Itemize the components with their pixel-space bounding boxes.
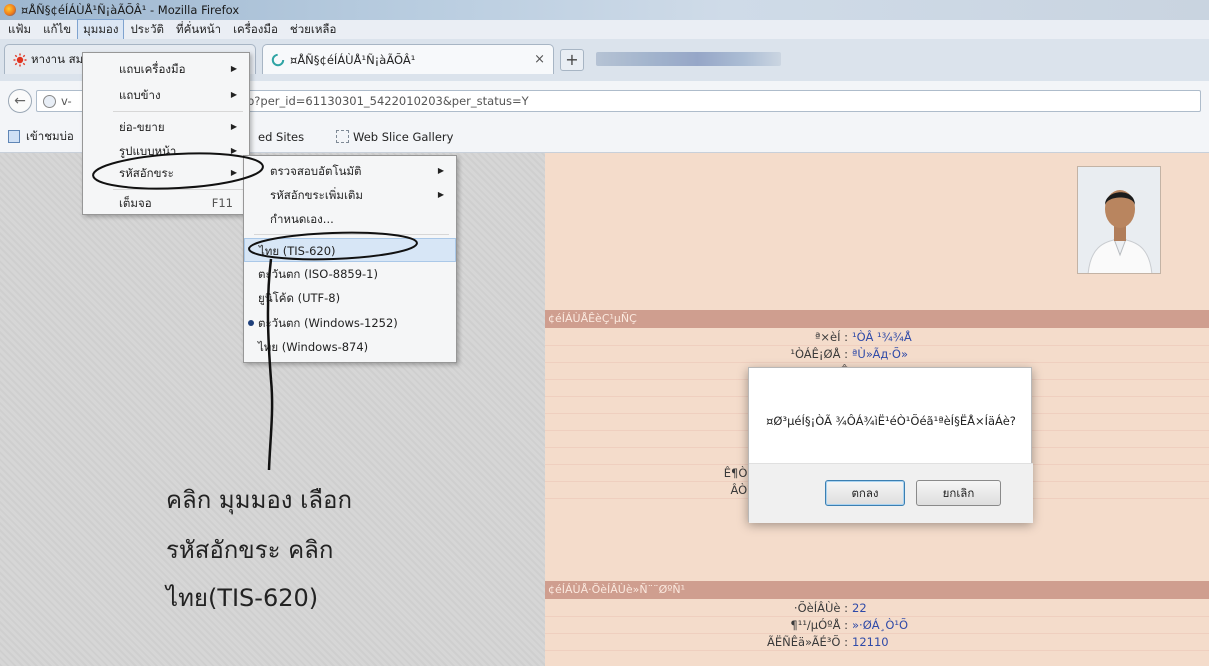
info-label: ÃËÑÊä»ÃÉ³Õ : [767,635,848,649]
view-menu: แถบเครื่องมือ ▶ แถบข้าง ▶ ย่อ-ขยาย ▶ รูป… [82,52,250,215]
menu-item-thai-tis620[interactable]: ไทย (TIS-620) [244,238,456,262]
instruction-line-2: รหัสอักขระ คลิก [166,536,334,564]
menu-item-label: ตะวันตก (Windows-1252) [258,316,398,330]
bookmark-web-slice-gallery[interactable]: Web Slice Gallery [336,130,453,144]
bookmark-suggested-sites[interactable]: ed Sites [258,130,304,144]
menu-item-full-screen[interactable]: เต็มจอ F11 [83,191,249,215]
bookmark-label: เข้าชมบ่อ [26,128,74,143]
menu-item-character-encoding[interactable]: รหัสอักขระ ▶ [83,161,249,185]
menu-item-customize[interactable]: กำหนดเอง... [244,207,456,231]
menu-item-western-iso88591[interactable]: ตะวันตก (ISO-8859-1) [244,262,456,286]
section-header-personal: ¢éÍÁÙÅÊèÇ¹µÑÇ [545,310,1209,328]
submenu-arrow-icon: ▶ [437,190,444,199]
menu-item-label: รูปแบบหน้า [119,144,177,158]
info-row: ·ÕèÍÂÙè : 22 [545,600,1209,617]
blurred-tabs [596,52,781,66]
ok-button[interactable]: ตกลง [825,480,905,506]
menu-item-label: ย่อ-ขยาย [119,120,165,134]
firefox-logo-icon [4,4,16,16]
url-text: p?per_id=61130301_5422010203&per_status=… [247,94,529,108]
window-title: ¤ÅÑ§¢éÍÁÙÅ¹Ñ¡àÃÕÂ¹ - Mozilla Firefox [21,3,240,17]
menu-item-page-style[interactable]: รูปแบบหน้า ▶ [83,139,249,163]
menu-item-label: กำหนดเอง... [270,212,334,226]
menu-item-label: รหัสอักขระ [119,166,174,180]
menu-item-label: รหัสอักขระเพิ่มเติม [270,188,363,202]
submenu-arrow-icon: ▶ [230,146,237,155]
info-value: ªÙ»Ãд·Õ» [852,347,909,361]
menu-item-unicode-utf8[interactable]: ยูนิโค้ด (UTF-8) [244,286,456,310]
url-host: v- [61,94,72,108]
section-header-address: ¢éÍÁÙÅ·ÕèÍÂÙè»Ñ¨¨ØºÑ¹ [545,581,1209,599]
menu-history[interactable]: ประวัติ [124,19,170,41]
tab-student-info[interactable]: ¤ÅÑ§¢éÍÁÙÅ¹Ñ¡àÃÕÂ¹ × [262,44,554,74]
info-value: 12110 [852,635,889,649]
instruction-line-3: ไทย(TIS-620) [166,584,319,612]
character-encoding-menu: ตรวจสอบอัตโนมัติ ▶ รหัสอักขระเพิ่มเติม ▶… [243,155,457,363]
menu-file[interactable]: แฟ้ม [2,19,37,41]
submenu-arrow-icon: ▶ [230,64,237,73]
close-tab-icon[interactable]: × [534,52,545,67]
info-row: ª×èÍ : ¹ÒÂ ¹¾¾Å [545,329,1209,346]
info-label: ¹ÒÁÊ¡ØÅ : [790,347,848,361]
tab-label: ¤ÅÑ§¢éÍÁÙÅ¹Ñ¡àÃÕÂ¹ [290,52,416,67]
menu-item-sidebar[interactable]: แถบข้าง ▶ [83,83,249,107]
bookmark-most-visited[interactable]: เข้าชมบ่อ [8,128,74,146]
cancel-button[interactable]: ยกเลิก [916,480,1001,506]
menu-separator [113,111,243,112]
student-portrait [1078,167,1160,273]
info-label: ·ÕèÍÂÙè : [793,601,848,615]
selected-radio-icon [248,320,254,326]
menu-item-label: แถบข้าง [119,88,161,102]
menu-bookmarks[interactable]: ที่คั่นหน้า [170,19,227,41]
instruction-line-1: คลิก มุมมอง เลือก [166,486,352,514]
menu-help[interactable]: ช่วยเหลือ [284,19,342,41]
new-tab-button[interactable]: + [560,49,584,71]
menu-item-label: เต็มจอ [119,196,152,210]
web-slice-icon [336,130,349,143]
submenu-arrow-icon: ▶ [230,168,237,177]
info-value: »·ØÁ¸Ò¹Õ [852,618,909,632]
info-row: ÃËÑÊä»ÃÉ³Õ : 12110 [545,634,1209,651]
dialog-message: ¤Ø³µéÍ§¡ÒÃ ¾ÔÁ¾ìË¹éÒ¹Õéã¹ªèÍ§ËÅ×ÍäÁè? [766,414,1016,428]
student-photo [1077,166,1161,274]
window-titlebar: ¤ÅÑ§¢éÍÁÙÅ¹Ñ¡àÃÕÂ¹ - Mozilla Firefox [0,0,1209,20]
submenu-arrow-icon: ▶ [230,122,237,131]
menu-item-more-encodings[interactable]: รหัสอักขระเพิ่มเติม ▶ [244,183,456,207]
menu-item-toolbars[interactable]: แถบเครื่องมือ ▶ [83,57,249,81]
menu-item-label: ไทย (TIS-620) [259,244,336,258]
loading-spinner-icon [271,53,285,66]
menu-item-label: ไทย (Windows-874) [258,340,369,354]
menubar: แฟ้ม แก้ไข มุมมอง ประวัติ ที่คั่นหน้า เค… [0,18,1209,41]
menu-item-label: ตรวจสอบอัตโนมัติ [270,164,362,178]
confirm-print-dialog: ¤Ø³µéÍ§¡ÒÃ ¾ÔÁ¾ìË¹éÒ¹Õéã¹ªèÍ§ËÅ×ÍäÁè? ตก… [748,367,1033,523]
dialog-footer: ตกลง ยกเลิก [749,463,1033,523]
shortcut-label: F11 [211,196,233,210]
tab-label: หางาน สม [31,51,84,66]
info-label: ª×èÍ : [814,330,848,344]
page-icon [8,130,20,143]
menu-view[interactable]: มุมมอง [77,18,125,41]
menu-item-thai-windows874[interactable]: ไทย (Windows-874) [244,335,456,359]
menu-item-label: ยูนิโค้ด (UTF-8) [258,291,341,305]
info-row: ¶¹¹/µÓºÅ : »·ØÁ¸Ò¹Õ [545,617,1209,634]
bookmark-label: Web Slice Gallery [353,129,454,144]
sun-logo-icon [13,53,27,66]
info-value: ¹ÒÂ ¹¾¾Å [852,330,912,344]
menu-item-label: ตะวันตก (ISO-8859-1) [258,267,378,281]
submenu-arrow-icon: ▶ [437,166,444,175]
menu-item-auto-detect[interactable]: ตรวจสอบอัตโนมัติ ▶ [244,159,456,183]
menu-separator [254,234,449,235]
menu-item-zoom[interactable]: ย่อ-ขยาย ▶ [83,115,249,139]
menu-item-western-windows1252[interactable]: ตะวันตก (Windows-1252) [244,311,456,335]
info-label: ¶¹¹/µÓºÅ : [790,618,848,632]
info-value: 22 [852,601,867,615]
submenu-arrow-icon: ▶ [230,90,237,99]
globe-icon [43,94,56,108]
menu-edit[interactable]: แก้ไข [37,19,77,41]
menu-separator [113,189,243,190]
info-row: ¹ÒÁÊ¡ØÅ : ªÙ»Ãд·Õ» [545,346,1209,363]
back-button[interactable]: ← [8,89,32,113]
menu-tools[interactable]: เครื่องมือ [227,19,284,41]
menu-item-label: แถบเครื่องมือ [119,62,186,76]
